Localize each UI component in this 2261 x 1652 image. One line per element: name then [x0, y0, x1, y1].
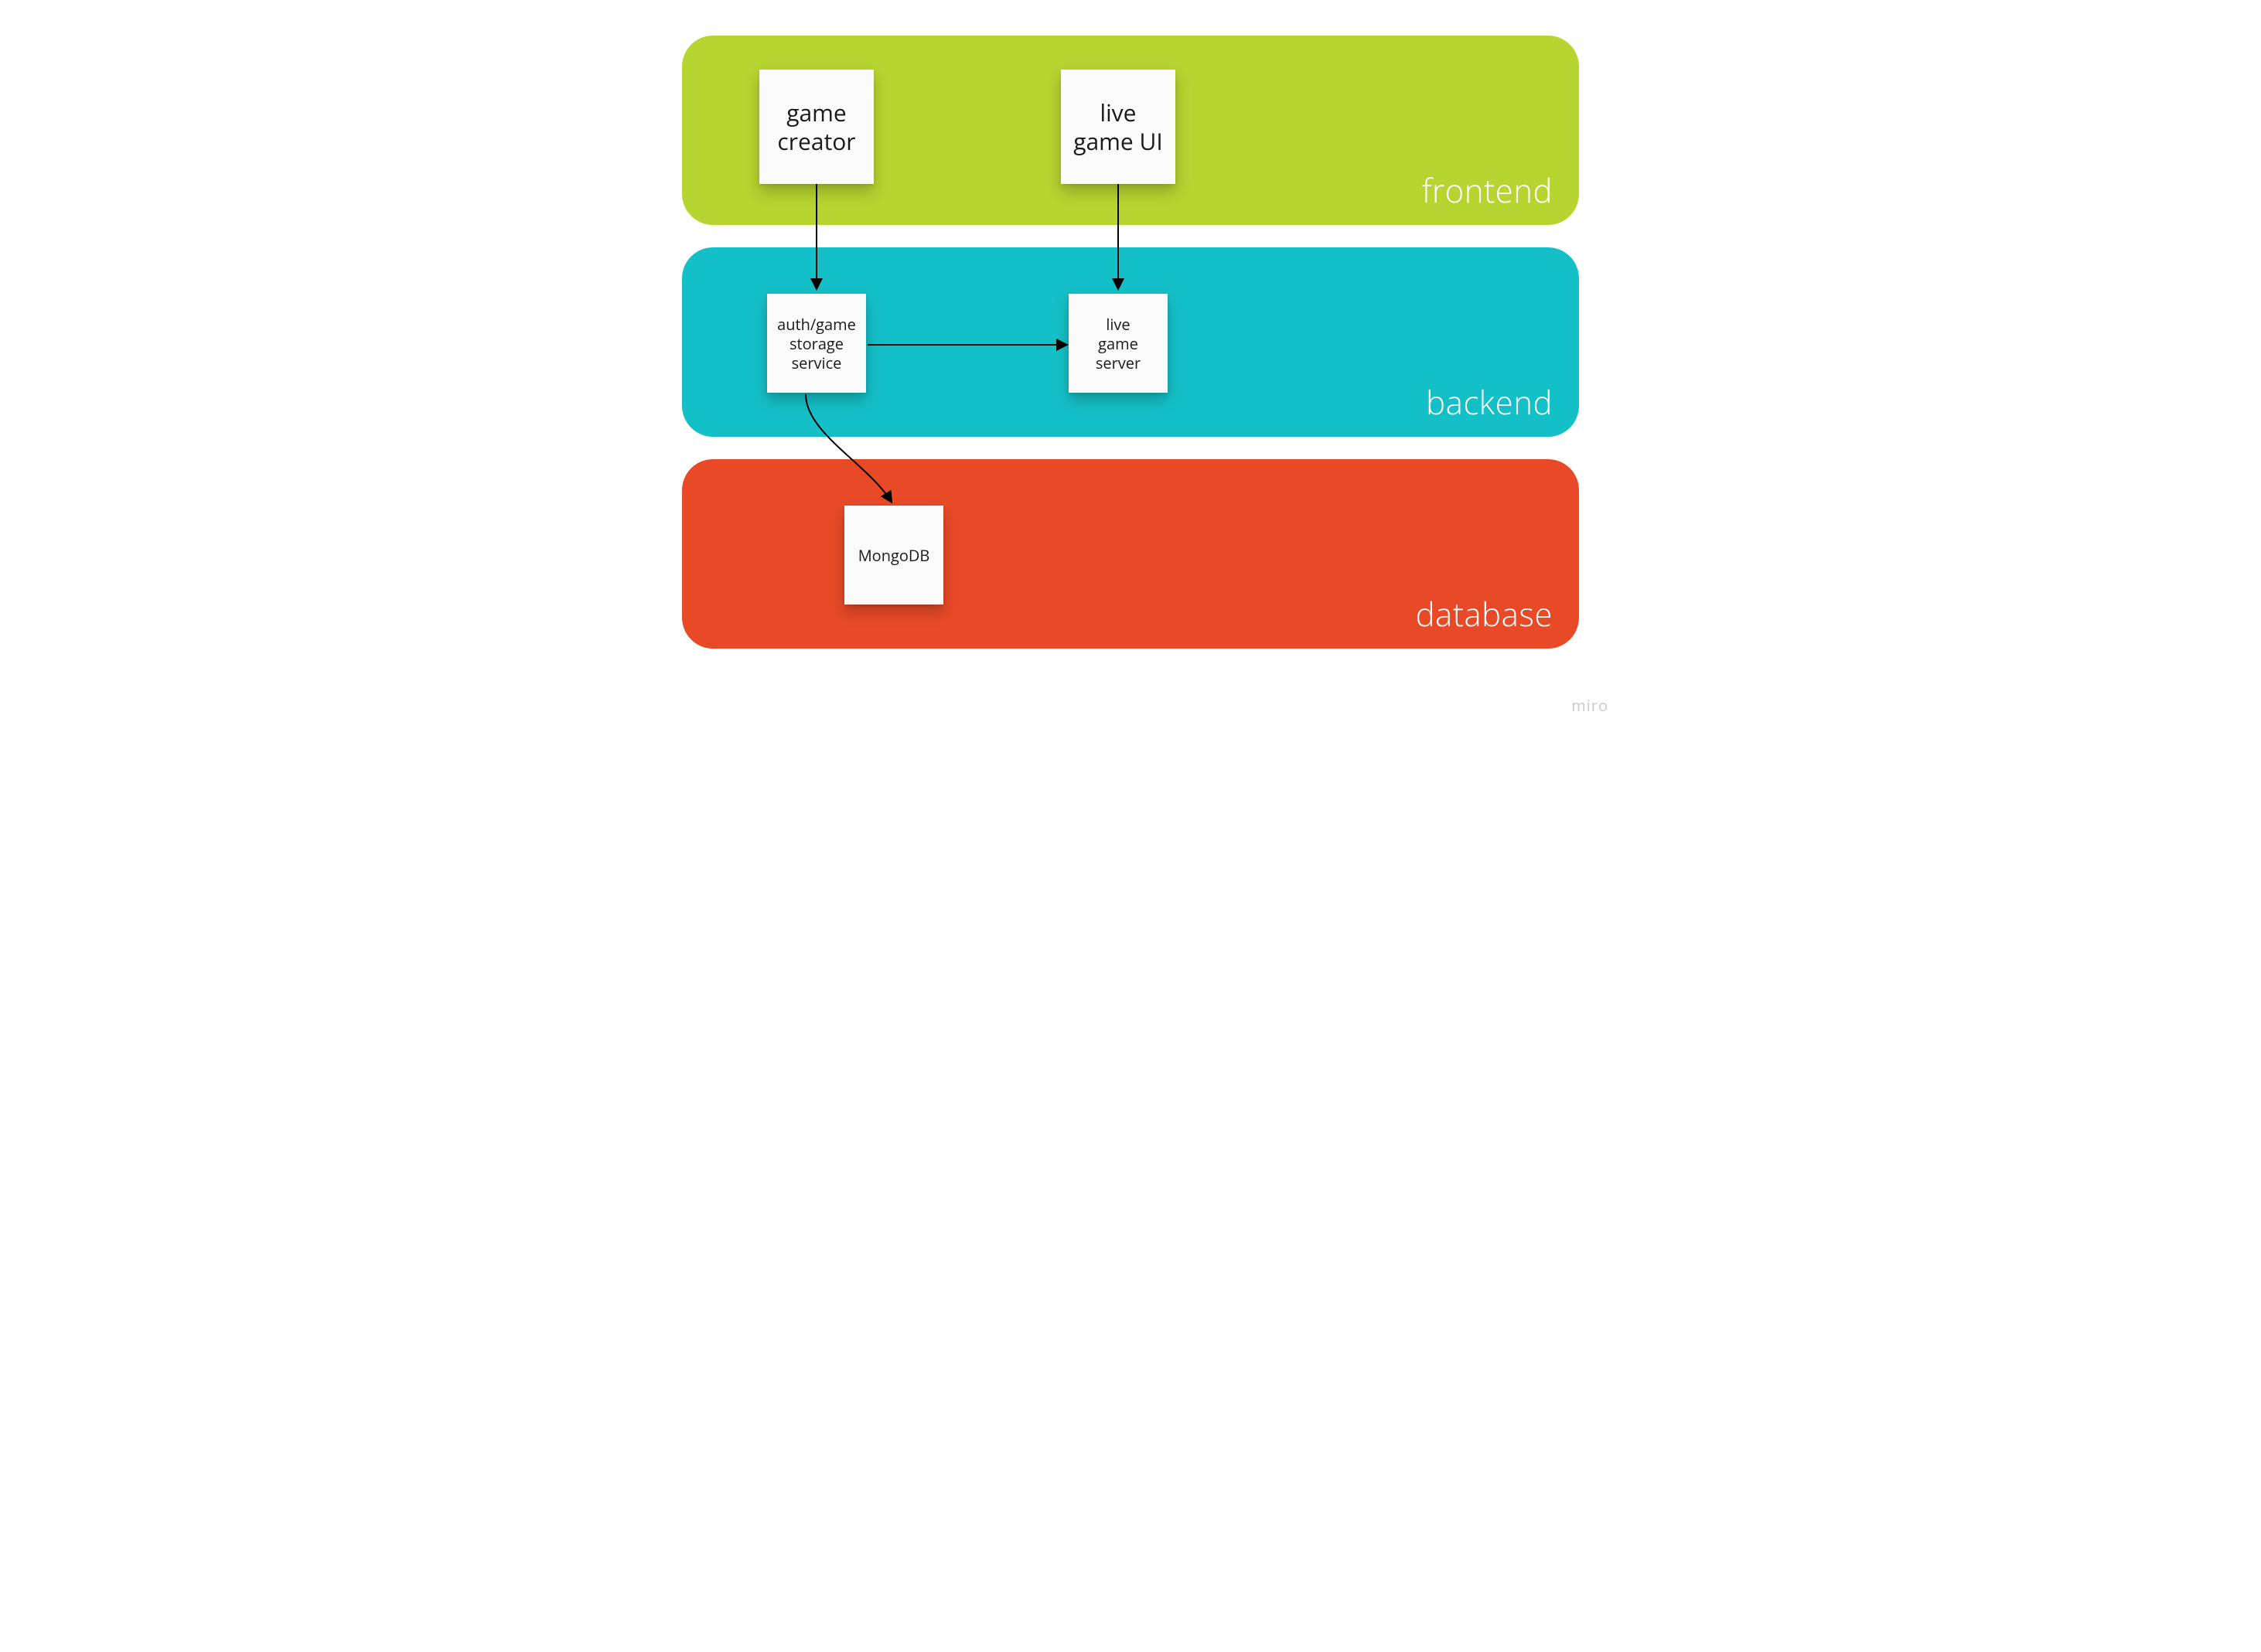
node-label: livegame UI — [1073, 98, 1163, 156]
node-label: MongoDB — [858, 546, 930, 565]
node-auth-storage[interactable]: auth/gamestorageservice — [767, 294, 866, 393]
layer-database: database — [682, 459, 1579, 649]
node-live-game-server[interactable]: livegameserver — [1069, 294, 1168, 393]
watermark: miro — [1571, 695, 1608, 716]
layer-label-frontend: frontend — [1422, 169, 1553, 213]
diagram-canvas: frontend backend database gamecreator li… — [636, 0, 1625, 724]
node-label: auth/gamestorageservice — [777, 315, 856, 373]
node-label: gamecreator — [777, 98, 855, 156]
node-live-game-ui[interactable]: livegame UI — [1061, 70, 1175, 184]
node-label: livegameserver — [1096, 315, 1141, 373]
node-mongodb[interactable]: MongoDB — [844, 506, 943, 605]
layer-label-backend: backend — [1426, 380, 1553, 424]
layer-label-database: database — [1416, 592, 1553, 636]
node-game-creator[interactable]: gamecreator — [759, 70, 874, 184]
